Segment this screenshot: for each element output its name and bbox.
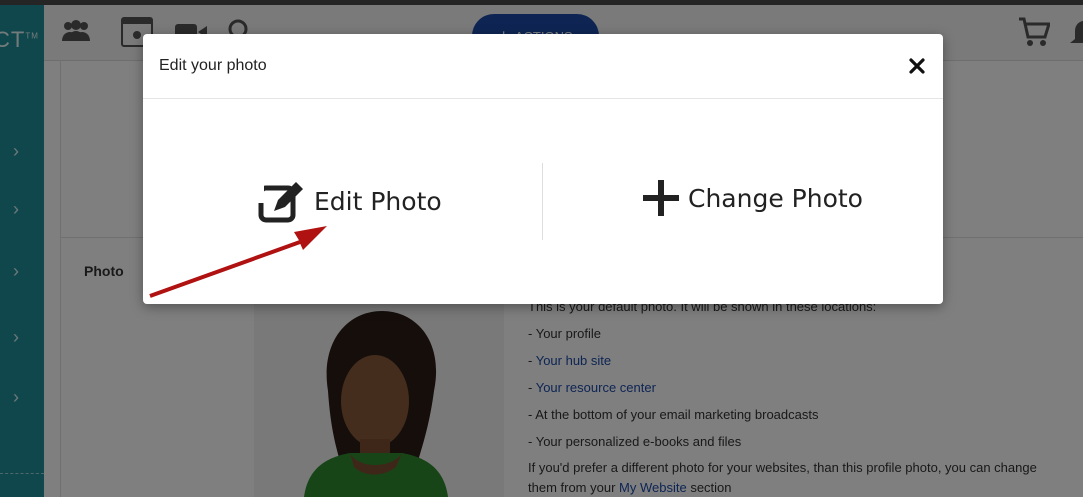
edit-photo-button[interactable]: Edit Photo bbox=[258, 177, 442, 225]
dialog-header: Edit your photo bbox=[143, 34, 943, 99]
edit-photo-label: Edit Photo bbox=[314, 186, 442, 216]
edit-photo-dialog: Edit your photo Edit Photo Change Photo bbox=[143, 34, 943, 304]
close-button[interactable] bbox=[905, 54, 929, 78]
dialog-body: Edit Photo Change Photo bbox=[143, 99, 943, 304]
options-divider bbox=[542, 163, 543, 240]
edit-icon bbox=[258, 177, 303, 223]
change-photo-button[interactable]: Change Photo bbox=[640, 177, 863, 219]
change-photo-label: Change Photo bbox=[688, 183, 863, 213]
plus-icon bbox=[643, 180, 679, 216]
close-icon bbox=[909, 58, 925, 74]
dialog-title: Edit your photo bbox=[159, 57, 267, 74]
